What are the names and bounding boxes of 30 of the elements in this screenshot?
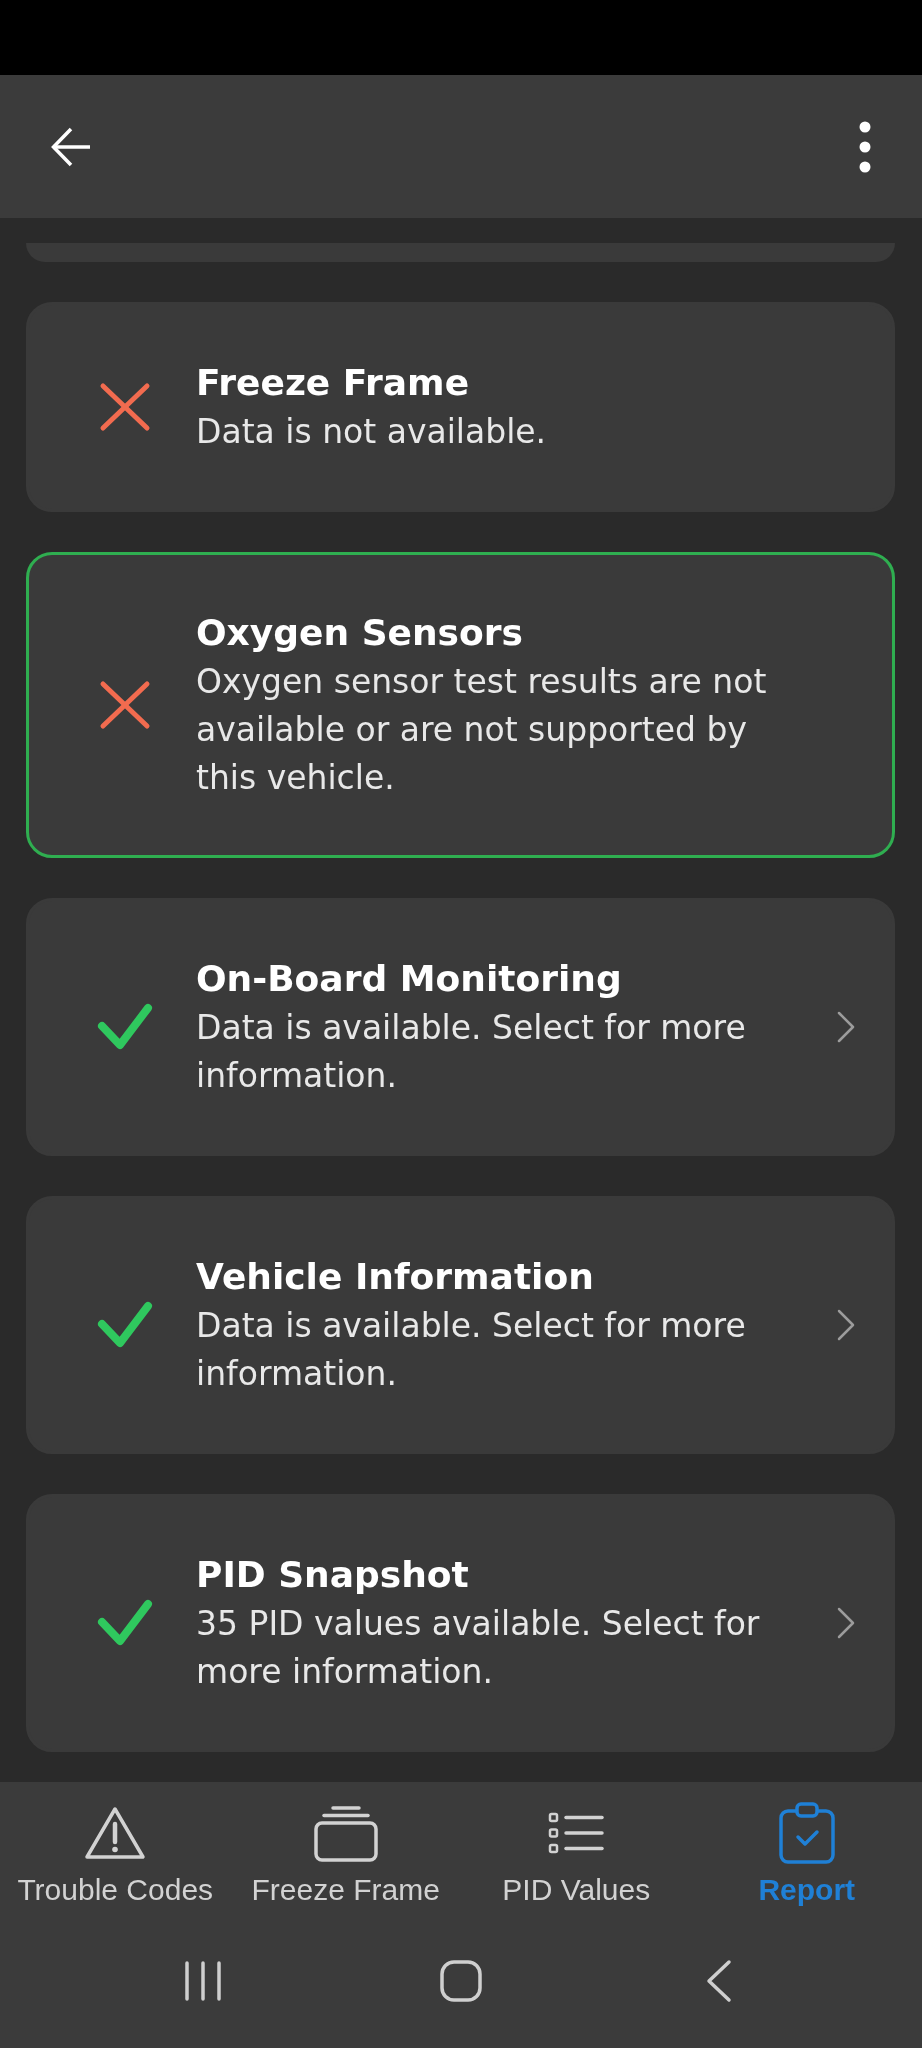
recents-icon[interactable] (183, 1960, 223, 2002)
card-title: PID Snapshot (196, 1553, 470, 1597)
chevron-right-icon[interactable] (836, 1606, 856, 1640)
chevron-right-icon[interactable] (836, 1308, 856, 1342)
home-icon[interactable] (440, 1960, 482, 2002)
card-description: 35 PID values available. Select for more information. (196, 1603, 761, 1693)
card-title: Vehicle Information (196, 1255, 595, 1299)
nav-tab[interactable]: PID Values (461, 1782, 692, 1922)
card-title: Freeze Frame (196, 361, 471, 405)
report-card[interactable]: Freeze Frame Data is not available. (26, 302, 895, 512)
nav-tab[interactable]: Trouble Codes (0, 1782, 231, 1922)
card-description: Data is not available. (196, 411, 548, 453)
card-description: Oxygen sensor test results are not available or are not supported by this vehicle. (196, 661, 768, 799)
chevron-right-icon[interactable] (836, 1010, 856, 1044)
report-card[interactable]: On-Board Monitoring Data is available. Select for more information. (26, 898, 895, 1156)
card-description: Data is available. Select for more information. (196, 1305, 747, 1395)
report-card[interactable]: Vehicle Information Data is available. Select for more information. (26, 1196, 895, 1454)
stack-icon (313, 1804, 378, 1862)
card-description: Data is available. Select for more information. (196, 1007, 747, 1097)
warning-icon (83, 1805, 148, 1861)
nav-tab[interactable]: Freeze Frame (230, 1782, 461, 1922)
card-title: Oxygen Sensors (196, 611, 524, 655)
report-card[interactable]: PID Snapshot 35 PID values available. Select for more information. (26, 1494, 895, 1752)
back-icon[interactable] (50, 125, 92, 168)
clipboard-check-icon (777, 1802, 836, 1864)
report-card[interactable]: Oxygen Sensors Oxygen sensor test results are not available or are not supported by this vehicle. (26, 552, 895, 858)
card-title: On-Board Monitoring (196, 957, 623, 1001)
more-icon[interactable] (859, 120, 871, 173)
list-icon (548, 1812, 605, 1854)
back-icon[interactable] (706, 1959, 732, 2003)
